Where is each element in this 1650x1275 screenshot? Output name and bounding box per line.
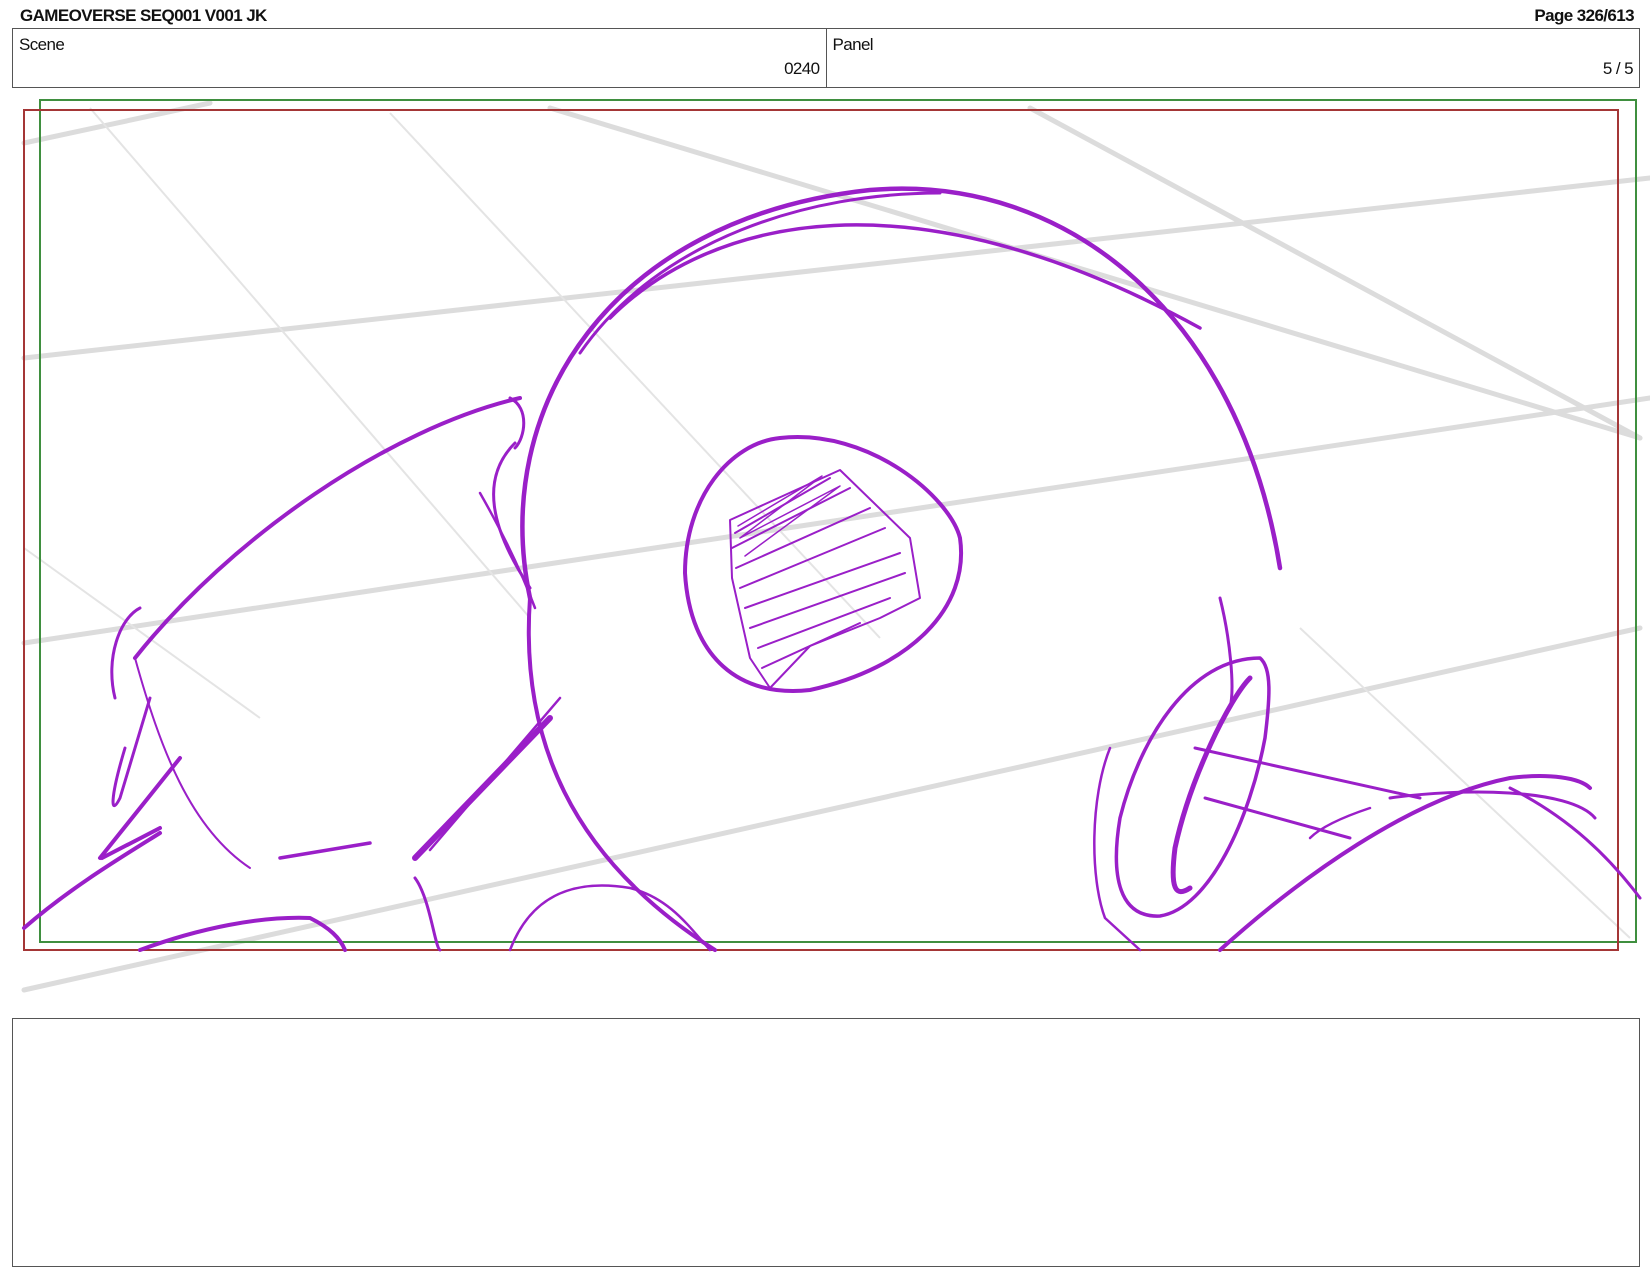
notes-box xyxy=(12,1018,1640,1267)
page-number: Page 326/613 xyxy=(1534,6,1634,25)
scene-cell: Scene 0240 xyxy=(13,29,826,87)
character-sketch xyxy=(22,186,1642,952)
scene-panel-info: Scene 0240 Panel 5 / 5 xyxy=(12,28,1640,88)
scene-number: 0240 xyxy=(784,59,820,78)
panel-number: 5 / 5 xyxy=(1602,59,1634,78)
document-title: GAMEOVERSE SEQ001 V001 JK xyxy=(20,6,267,25)
storyboard-frame xyxy=(21,99,1650,993)
panel-cell: Panel 5 / 5 xyxy=(825,29,1640,87)
scene-label: Scene xyxy=(19,35,65,54)
panel-label: Panel xyxy=(832,35,874,54)
floor-grid xyxy=(21,100,1650,993)
